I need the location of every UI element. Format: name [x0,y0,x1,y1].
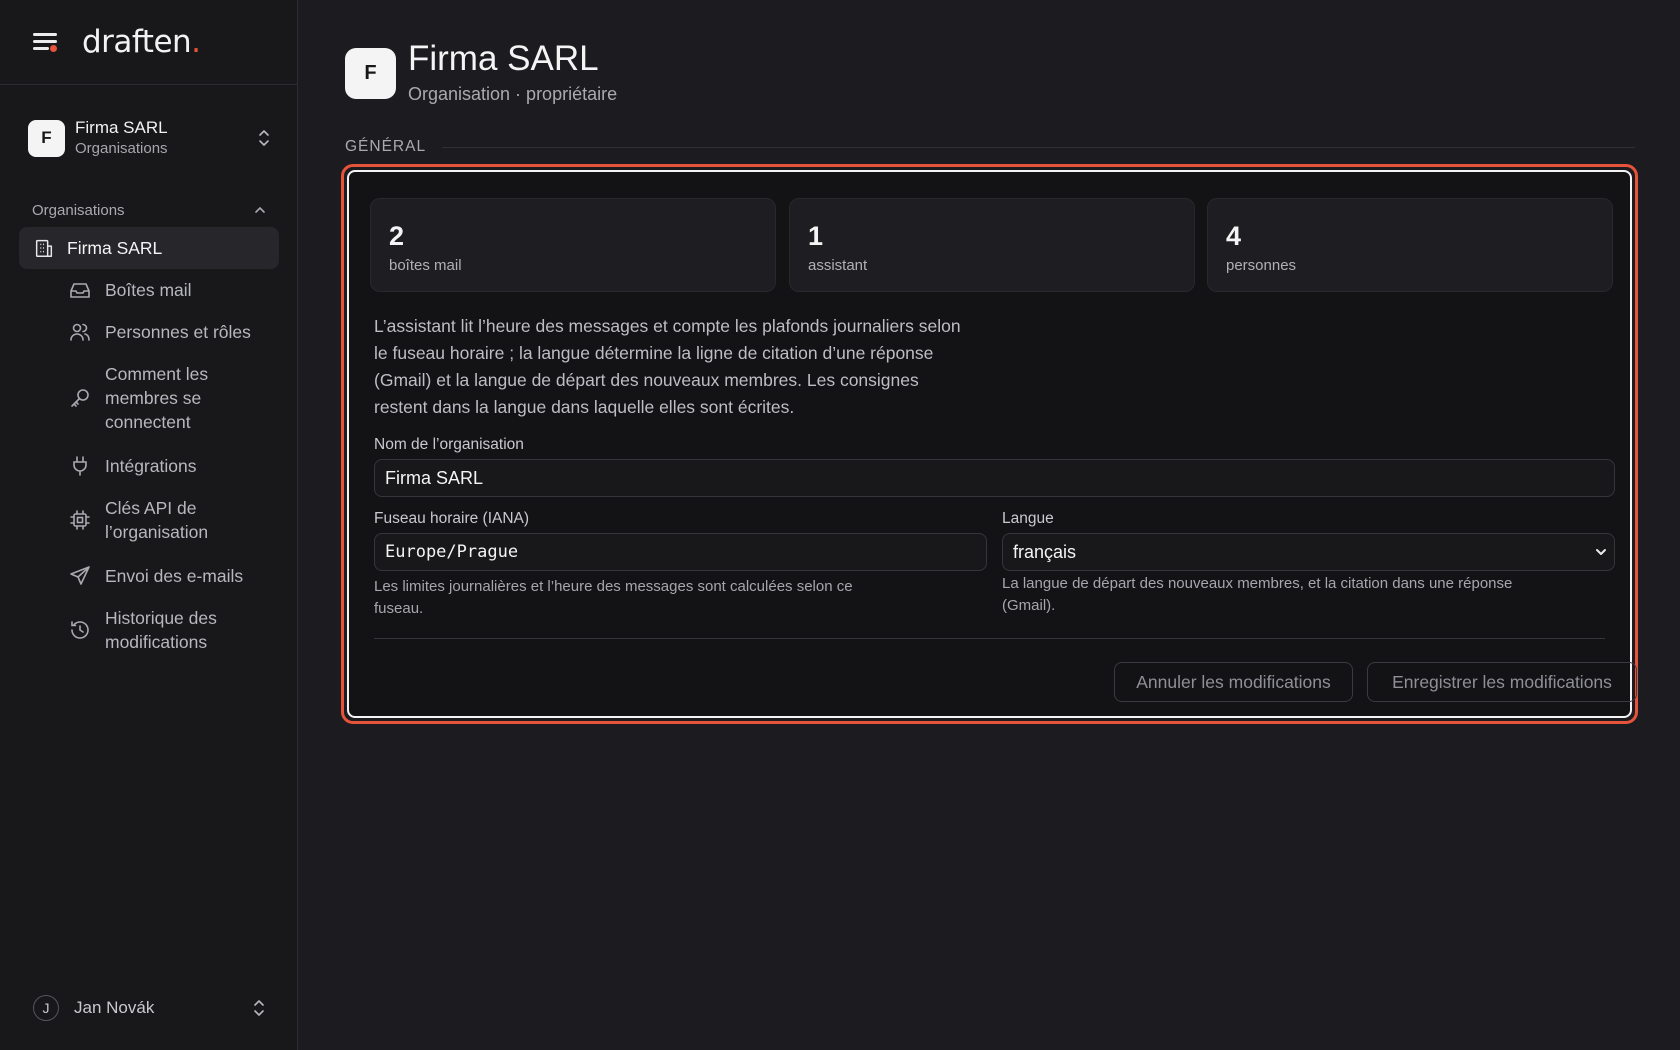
sidebar-item-mailboxes[interactable]: Boîtes mail [68,278,278,302]
language-select-value: français [1013,541,1077,562]
plug-icon [73,456,87,476]
chevron-down-icon [1596,549,1606,555]
sidebar-item-label: Clés API de l’organisation [105,498,209,542]
language-select[interactable]: français [1002,533,1615,571]
sidebar-item-label: Firma SARL [67,237,163,258]
timezone-label: Fuseau horaire (IANA) [374,510,530,527]
language-label: Langue [1002,510,1054,527]
users-icon [70,323,90,341]
sidebar-item-label: Comment les membres se connectent [105,364,209,432]
stat-card-people: 4 personnes [1207,198,1613,292]
stat-label: personnes [1226,257,1297,274]
sidebar-item-label: Envoi des e-mails [105,566,244,586]
sidebar-section-toggle[interactable]: Organisations [32,199,267,221]
sidebar-item-label: Intégrations [105,456,197,476]
sidebar-item-people[interactable]: Personnes et rôles [68,320,278,344]
timezone-input[interactable]: Europe/Prague [374,533,987,571]
save-button[interactable]: Enregistrer les modifications [1367,662,1637,702]
user-name: Jan Novák [74,998,155,1017]
stat-card-mailboxes: 2 boîtes mail [370,198,776,292]
page-header: F Firma SARL Organisation · propriétaire [345,40,617,105]
cancel-button[interactable]: Annuler les modifications [1114,662,1353,702]
send-icon [70,566,90,585]
building-icon [35,239,53,257]
general-settings-panel: 2 boîtes mail 1 assistant 4 personnes L’… [341,164,1638,724]
chevron-up-icon [255,206,265,213]
brand-logo[interactable]: draften. [82,24,201,60]
settings-description: L’assistant lit l’heure des messages et … [374,316,961,417]
timezone-hint: Les limites journalières et l’heure des … [374,578,853,617]
org-switcher-subtitle: Organisations [75,139,168,157]
language-hint: La langue de départ des nouveaux membres… [1002,575,1513,614]
stat-value: 1 [808,221,824,251]
sidebar: draften. F Firma SARL Organisations Orga… [0,0,298,1050]
sidebar-section-title: Organisations [32,201,125,219]
sidebar-item-history[interactable]: Historique des modifications [68,606,278,654]
sidebar-item-integrations[interactable]: Intégrations [68,454,278,478]
brand-bar: draften. [0,0,297,85]
sidebar-item-api-keys[interactable]: Clés API de l’organisation [68,496,278,544]
stat-card-assistants: 1 assistant [789,198,1195,292]
section-divider [442,146,1635,148]
form-divider [374,638,1605,639]
stat-value: 4 [1226,221,1242,251]
cpu-icon [70,510,90,530]
section-title: GÉNÉRAL [345,138,427,155]
section-general-label: GÉNÉRAL [345,138,1635,156]
history-icon [71,621,89,639]
user-menu[interactable]: J Jan Novák [33,994,268,1022]
org-name-label: Nom de l’organisation [374,436,524,453]
chevron-up-down-icon [259,130,269,146]
org-switcher-name: Firma SARL [75,117,168,137]
org-switcher[interactable]: F Firma SARL Organisations [28,115,273,161]
chevron-up-down-icon [254,1000,264,1016]
avatar: J [33,995,59,1021]
sidebar-item-org[interactable]: Firma SARL [19,227,279,269]
page-subtitle: Organisation · propriétaire [408,84,618,104]
page-title: Firma SARL [408,39,599,78]
stat-label: assistant [808,257,868,274]
stat-label: boîtes mail [389,257,462,274]
menu-icon[interactable] [33,31,59,53]
org-avatar: F [28,119,65,157]
org-avatar: F [345,48,396,99]
stat-value: 2 [389,221,405,251]
sidebar-item-email-sending[interactable]: Envoi des e-mails [68,564,278,588]
sidebar-item-label: Historique des modifications [105,608,217,652]
inbox-icon [70,283,90,298]
sidebar-item-label: Personnes et rôles [105,322,251,342]
org-name-input[interactable]: Firma SARL [374,459,1615,497]
key-icon [71,389,89,407]
sidebar-item-label: Boîtes mail [105,280,192,300]
sidebar-item-login[interactable]: Comment les membres se connectent [68,362,278,434]
